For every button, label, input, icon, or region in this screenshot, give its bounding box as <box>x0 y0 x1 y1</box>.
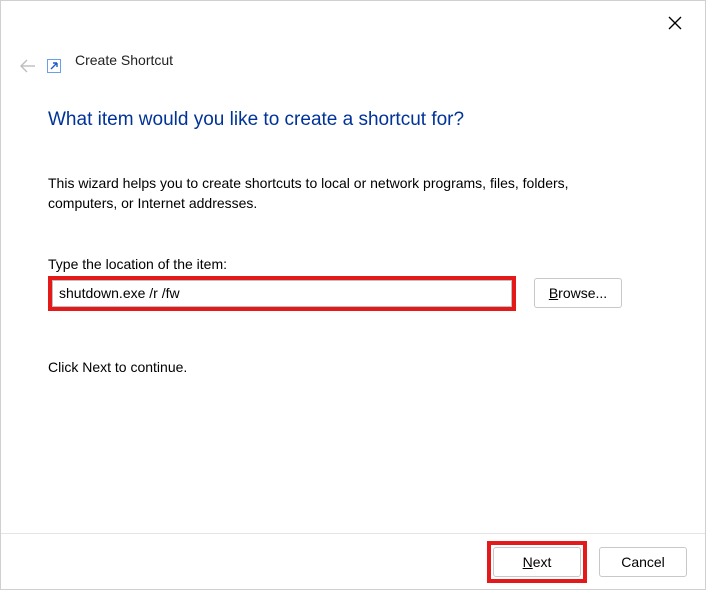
location-label: Type the location of the item: <box>48 256 658 272</box>
next-label-rest: ext <box>533 554 552 570</box>
next-mnemonic: N <box>523 554 533 570</box>
shortcut-arrow-icon <box>47 59 61 73</box>
headline: What item would you like to create a sho… <box>48 109 658 131</box>
next-button[interactable]: Next <box>493 547 581 577</box>
browse-label-rest: rowse... <box>558 285 607 301</box>
close-icon[interactable] <box>663 11 687 35</box>
continue-text: Click Next to continue. <box>48 359 658 375</box>
cancel-button[interactable]: Cancel <box>599 547 687 577</box>
location-input-highlight <box>48 276 516 311</box>
location-input[interactable] <box>52 280 512 307</box>
content-area: What item would you like to create a sho… <box>48 101 658 375</box>
dialog-footer: Next Cancel <box>1 533 705 589</box>
back-arrow-icon <box>15 53 41 79</box>
browse-mnemonic: B <box>549 285 558 301</box>
browse-button[interactable]: Browse... <box>534 278 622 308</box>
location-row: Browse... <box>48 276 658 311</box>
next-button-highlight: Next <box>487 541 587 583</box>
helper-text: This wizard helps you to create shortcut… <box>48 173 608 214</box>
dialog-title: Create Shortcut <box>75 52 173 68</box>
